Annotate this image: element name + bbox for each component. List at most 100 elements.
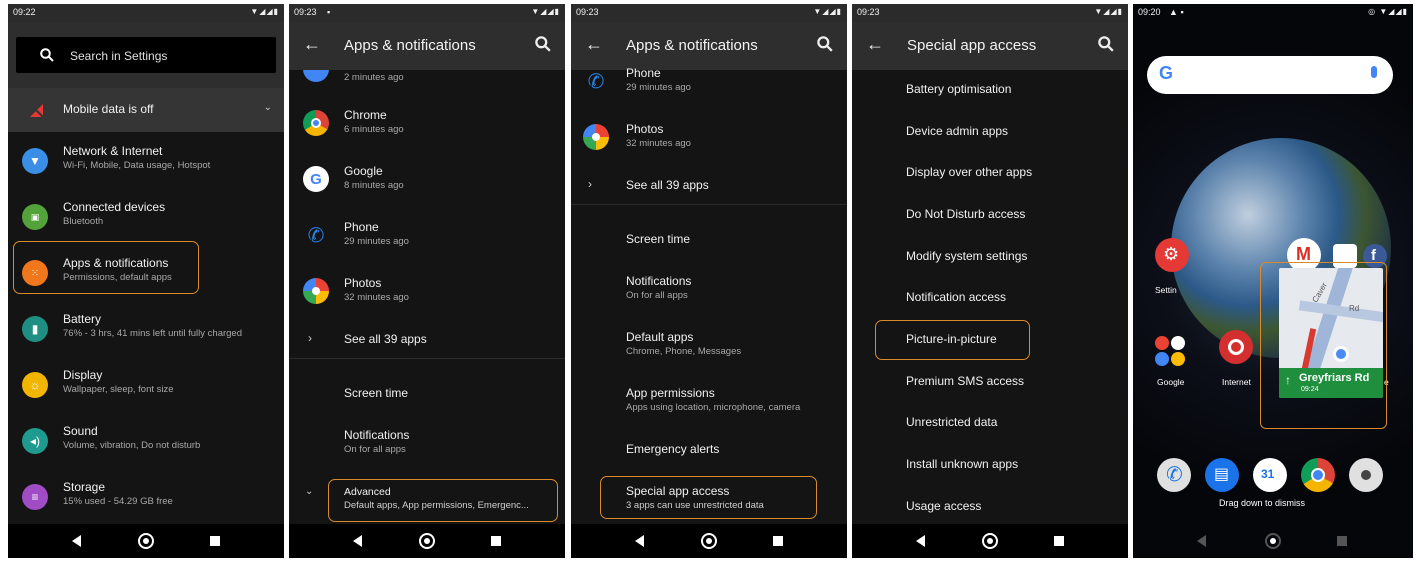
phone-settings-main: 09:22 ▼◢◢▮ Search in Settings Mobile dat…	[8, 4, 284, 558]
phone-icon: ✆	[587, 70, 605, 93]
highlight-outline	[600, 476, 817, 519]
search-icon[interactable]	[535, 36, 551, 52]
special-access-item[interactable]: Do Not Disturb access	[906, 207, 1128, 221]
nav-back-icon[interactable]	[1197, 535, 1206, 547]
signal-icon: ▼◢◢▮	[1094, 7, 1123, 16]
signal-icon: ▼◢◢▮	[531, 7, 560, 16]
chevron-down-icon: ⌄	[305, 486, 314, 497]
item-title: Photos	[344, 276, 382, 290]
nav-recents-icon[interactable]	[491, 536, 501, 546]
signal-icon: ▼◢◢▮	[813, 7, 842, 16]
item-title: Connected devices	[63, 200, 166, 214]
wifi-icon: ▼	[22, 148, 48, 174]
mobile-data-label: Mobile data is off	[63, 102, 154, 116]
nav-home-icon[interactable]	[982, 533, 998, 549]
special-access-item[interactable]: Premium SMS access	[906, 374, 1128, 388]
item-title: Default apps	[626, 330, 694, 344]
calendar-dock-icon[interactable]: 31	[1253, 458, 1287, 492]
nav-home-icon[interactable]	[1265, 533, 1281, 549]
special-access-item[interactable]: Unrestricted data	[906, 415, 1128, 429]
app-bar: ← Apps & notifications	[571, 22, 847, 70]
item-subtitle: 76% - 3 hrs, 41 mins left until fully ch…	[63, 328, 243, 339]
special-access-item[interactable]: Device admin apps	[906, 124, 1128, 138]
page-title: Apps & notifications	[626, 37, 758, 54]
item-subtitle: 29 minutes ago	[344, 236, 409, 247]
battery-icon: ▮	[22, 316, 48, 342]
divider	[571, 204, 847, 205]
chevron-down-icon[interactable]: ⌄	[264, 102, 272, 113]
chevron-right-icon: ›	[588, 177, 592, 191]
display-brightness-icon: ☼	[22, 372, 48, 398]
chrome-icon	[303, 110, 329, 136]
special-access-item[interactable]: Install unknown apps	[906, 457, 1128, 471]
back-arrow-icon[interactable]: ←	[303, 34, 321, 55]
camera-dock-icon[interactable]	[1349, 458, 1383, 492]
photos-icon	[583, 124, 609, 150]
chrome-dock-icon[interactable]	[1301, 458, 1335, 492]
search-icon[interactable]	[817, 36, 833, 52]
nav-back-icon[interactable]	[635, 535, 644, 547]
special-access-item[interactable]: Modify system settings	[906, 249, 1128, 263]
item-subtitle: 2 minutes ago	[344, 72, 404, 83]
search-icon[interactable]	[1098, 36, 1114, 52]
app-icon	[303, 70, 329, 82]
item-subtitle: Wi-Fi, Mobile, Data usage, Hotspot	[63, 160, 211, 171]
item-title: Battery	[63, 312, 102, 326]
nav-recents-icon[interactable]	[1054, 536, 1064, 546]
phone-apps-notifications-advanced: 09:23 ▼◢◢▮ ← Apps & notifications ✆ Phon…	[571, 4, 847, 558]
status-time: 09:23	[294, 7, 317, 17]
item-title: Display	[63, 368, 103, 382]
nav-back-icon[interactable]	[72, 535, 81, 547]
back-arrow-icon[interactable]: ←	[585, 34, 603, 55]
settings-search-bar[interactable]: Search in Settings	[16, 37, 276, 73]
special-access-item[interactable]: Usage access	[906, 499, 1128, 513]
internet-app-icon[interactable]	[1219, 330, 1253, 364]
item-title: App permissions	[626, 386, 715, 400]
nav-recents-icon[interactable]	[210, 536, 220, 546]
app-bar: ← Apps & notifications	[289, 22, 565, 70]
mobile-data-banner[interactable]: Mobile data is off ⌄	[8, 88, 284, 132]
back-arrow-icon[interactable]: ←	[866, 34, 884, 55]
nav-back-icon[interactable]	[916, 535, 925, 547]
settings-app-icon[interactable]: ⚙	[1155, 238, 1189, 272]
google-search-bar[interactable]: G	[1147, 56, 1393, 94]
item-title: Phone	[344, 220, 379, 234]
special-access-item[interactable]: Notification access	[906, 290, 1128, 304]
item-title: See all 39 apps	[626, 178, 709, 192]
nav-back-icon[interactable]	[353, 535, 362, 547]
nav-home-icon[interactable]	[138, 533, 154, 549]
item-subtitle: 32 minutes ago	[626, 138, 691, 149]
navigation-bar	[289, 524, 565, 558]
status-bar: 09:20 ▲ ▪ ◎ ▼◢◢▮	[1133, 4, 1413, 22]
photos-icon	[303, 278, 329, 304]
item-subtitle: 29 minutes ago	[626, 82, 691, 93]
calendar-day: 31	[1261, 467, 1275, 481]
nav-recents-icon[interactable]	[1337, 536, 1347, 546]
item-title: Screen time	[344, 386, 409, 400]
notification-icon: ▪	[327, 7, 331, 17]
list-item[interactable]: 2 minutes ago	[289, 70, 565, 86]
google-icon: G	[303, 166, 329, 192]
item-subtitle: On for all apps	[626, 290, 688, 301]
item-title: Phone	[626, 66, 661, 80]
microphone-icon[interactable]	[1371, 66, 1377, 78]
storage-icon: ≡	[22, 484, 48, 510]
item-subtitle: Wallpaper, sleep, font size	[63, 384, 174, 395]
google-folder-icon[interactable]	[1153, 334, 1189, 370]
phone-dock-icon[interactable]: ✆	[1157, 458, 1191, 492]
messages-dock-icon[interactable]: ▤	[1205, 458, 1239, 492]
navigation-status-icon: ▲ ▪	[1169, 7, 1184, 17]
navigation-bar	[852, 524, 1128, 558]
item-subtitle: Bluetooth	[63, 216, 104, 227]
nav-home-icon[interactable]	[701, 533, 717, 549]
nav-recents-icon[interactable]	[773, 536, 783, 546]
navigation-bar	[1133, 524, 1413, 558]
status-bar: 09:22 ▼◢◢▮	[8, 4, 284, 22]
special-access-item[interactable]: Display over other apps	[906, 165, 1128, 179]
special-access-item[interactable]: Battery optimisation	[906, 82, 1128, 96]
chevron-right-icon: ›	[308, 331, 312, 345]
status-bar: 09:23 ▪ ▼◢◢▮	[289, 4, 565, 22]
drag-dismiss-hint: Drag down to dismiss	[1219, 498, 1306, 508]
phone-home-screen-pip: 09:20 ▲ ▪ ◎ ▼◢◢▮ G ⚙ Settin M f Google I…	[1133, 4, 1413, 558]
nav-home-icon[interactable]	[419, 533, 435, 549]
